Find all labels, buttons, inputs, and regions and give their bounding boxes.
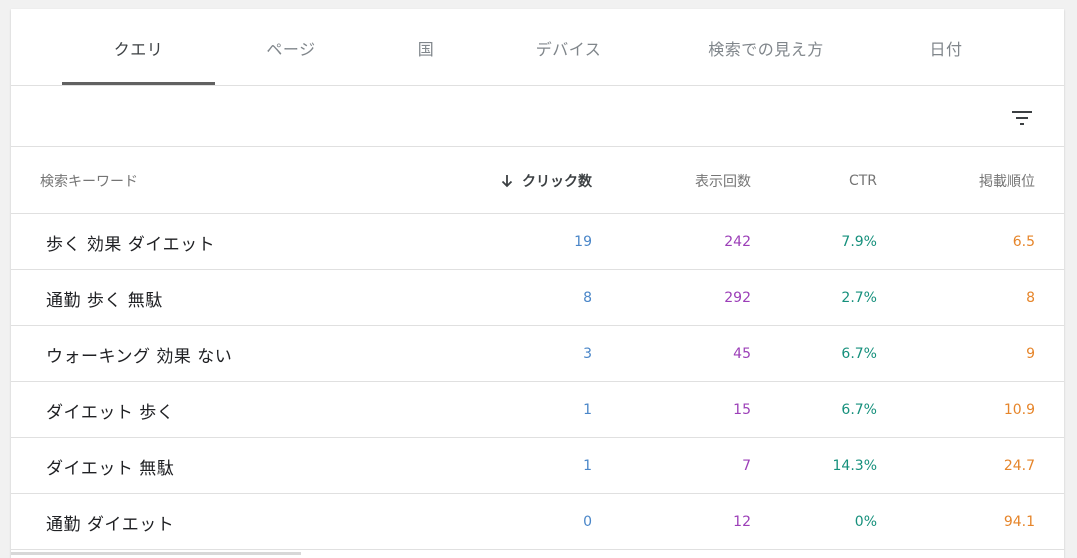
cell-ctr: 2.7% — [841, 290, 877, 306]
table-row[interactable]: 通勤 ダイエット 0 12 0% 94.1 — [11, 494, 1064, 550]
cell-position: 24.7 — [1003, 458, 1035, 474]
cell-clicks: 1 — [583, 458, 592, 474]
table-row[interactable]: 歩く 効果 ダイエット 19 242 7.9% 6.5 — [11, 214, 1064, 270]
cell-query: 通勤 ダイエット — [46, 514, 175, 535]
cell-query: ダイエット 無駄 — [46, 458, 175, 479]
header-impressions[interactable]: 表示回数 — [592, 147, 751, 214]
cell-ctr: 6.7% — [841, 346, 877, 362]
tab-date[interactable]: 日付 — [901, 9, 991, 86]
tab-query[interactable]: クエリ — [62, 9, 215, 86]
table-header: 検索キーワード クリック数 表示回数 CTR 掲載順位 — [11, 147, 1064, 214]
header-clicks[interactable]: クリック数 — [441, 147, 592, 214]
cell-ctr: 14.3% — [832, 458, 877, 474]
cell-query: 通勤 歩く 無駄 — [46, 290, 163, 311]
table-row[interactable]: ダイエット 無駄 1 7 14.3% 24.7 — [11, 438, 1064, 494]
cell-clicks: 0 — [583, 514, 592, 530]
cell-ctr: 7.9% — [841, 234, 877, 250]
filter-list-icon[interactable] — [1010, 110, 1034, 126]
table-row[interactable]: 通勤 歩く 無駄 8 292 2.7% 8 — [11, 270, 1064, 326]
cell-query: ダイエット 歩く — [46, 402, 175, 423]
cell-position: 10.9 — [1003, 402, 1035, 418]
tab-device[interactable]: デバイス — [506, 9, 631, 86]
cell-impressions: 242 — [724, 234, 751, 250]
cell-position: 8 — [1026, 290, 1035, 306]
arrow-down-icon — [501, 174, 513, 187]
header-clicks-label: クリック数 — [522, 173, 592, 190]
cell-ctr: 0% — [854, 514, 877, 530]
cell-impressions: 45 — [733, 346, 751, 362]
header-query[interactable]: 検索キーワード — [40, 147, 138, 214]
cell-clicks: 1 — [583, 402, 592, 418]
cell-position: 6.5 — [1012, 234, 1035, 250]
horizontal-scrollbar[interactable] — [11, 552, 301, 555]
cell-ctr: 6.7% — [841, 402, 877, 418]
cell-clicks: 8 — [583, 290, 592, 306]
tab-country[interactable]: 国 — [386, 9, 466, 86]
cell-impressions: 15 — [733, 402, 751, 418]
tab-page[interactable]: ページ — [226, 9, 356, 86]
cell-query: 歩く 効果 ダイエット — [46, 234, 216, 255]
table-toolbar — [11, 86, 1064, 147]
cell-position: 94.1 — [1003, 514, 1035, 530]
cell-impressions: 12 — [733, 514, 751, 530]
header-position[interactable]: 掲載順位 — [877, 147, 1035, 214]
dimension-tabs: クエリ ページ 国 デバイス 検索での見え方 日付 — [11, 9, 1064, 86]
table-row[interactable]: ダイエット 歩く 1 15 6.7% 10.9 — [11, 382, 1064, 438]
cell-clicks: 3 — [583, 346, 592, 362]
cell-clicks: 19 — [574, 234, 592, 250]
active-tab-indicator — [62, 82, 215, 85]
cell-position: 9 — [1026, 346, 1035, 362]
cell-impressions: 7 — [742, 458, 751, 474]
cell-impressions: 292 — [724, 290, 751, 306]
table-row[interactable]: ウォーキング 効果 ない 3 45 6.7% 9 — [11, 326, 1064, 382]
performance-table-card: クエリ ページ 国 デバイス 検索での見え方 日付 検索キーワード クリック数 … — [11, 9, 1064, 558]
cell-query: ウォーキング 効果 ない — [46, 346, 233, 367]
header-ctr[interactable]: CTR — [751, 147, 877, 214]
tab-search-appearance[interactable]: 検索での見え方 — [681, 9, 851, 86]
